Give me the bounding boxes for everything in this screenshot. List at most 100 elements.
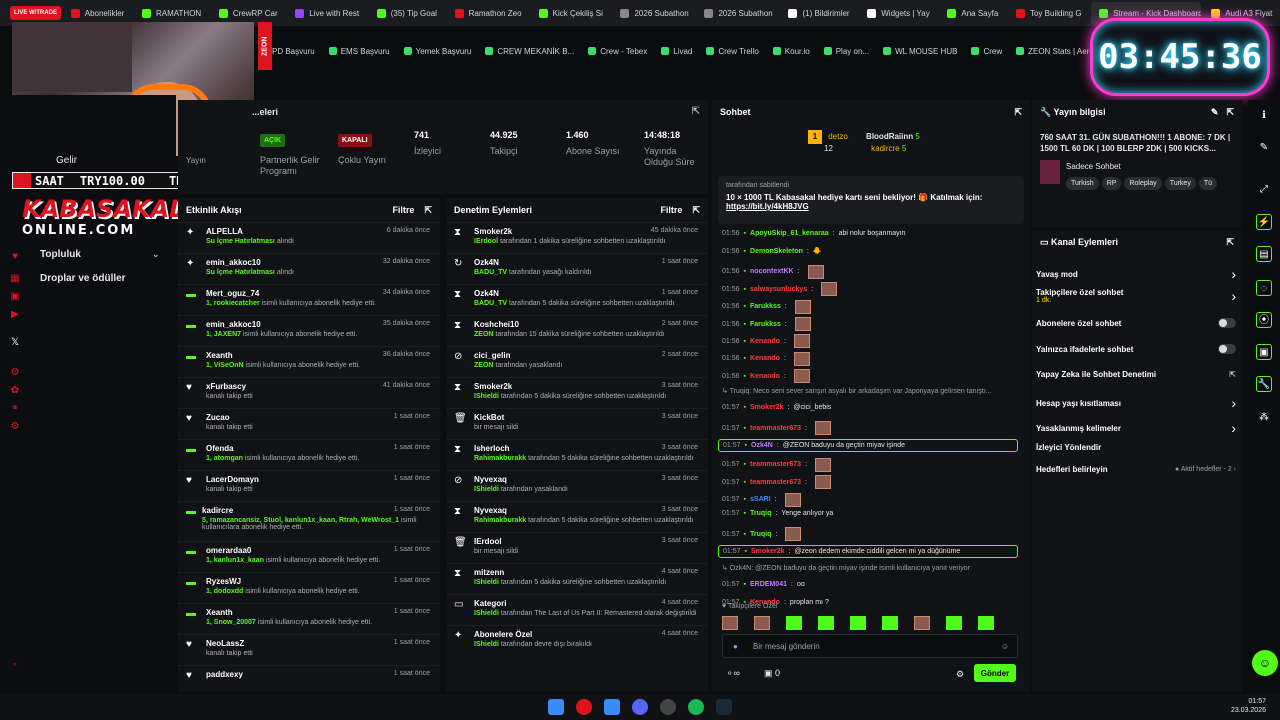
discord-icon[interactable]	[632, 699, 648, 715]
item-username[interactable]: emin_akkoc10	[206, 258, 294, 267]
points-display[interactable]: ▣ 0	[764, 668, 780, 679]
message-username[interactable]: Kenando	[750, 355, 780, 362]
popout-icon[interactable]: ⇱	[1014, 107, 1022, 118]
sidebar-item-topluluk[interactable]: Topluluk	[40, 249, 81, 260]
toggle-switch[interactable]	[1218, 318, 1236, 328]
message-username[interactable]: Truqiq	[750, 531, 771, 538]
chat-message[interactable]: 01:57 ▪ teammaster673:	[722, 475, 1018, 490]
link-icon[interactable]: ⚭	[9, 403, 21, 415]
channel-action-item[interactable]: Abonelere özel sohbet	[1036, 318, 1236, 328]
bookmark-item[interactable]: Play on...	[823, 47, 869, 56]
item-username[interactable]: Nyvexaq	[474, 475, 568, 484]
message-username[interactable]: sSARI	[750, 496, 771, 503]
chat-message[interactable]: ↳ Ozk4N: @ZEON baduyu da geçtin miyav iş…	[722, 564, 1018, 572]
activity-item[interactable]: ▬ Xeanth 1, ViSeOnN isimli kullanıcıya abo…	[178, 346, 440, 377]
chat-message[interactable]: 01:56 ▪ Kenando:	[722, 351, 1018, 366]
bookmark-item[interactable]: Kour.io	[772, 47, 810, 56]
moderation-item[interactable]: ↻ Ozk4N BADU_TV tarafından yasağı kaldırıl…	[446, 253, 708, 284]
chat-input[interactable]: ● Bir mesaj gönderin ☺	[722, 634, 1018, 658]
stream-tag[interactable]: Roleplay	[1124, 177, 1162, 190]
moderation-item[interactable]: ⧗ Smoker2k IErdool tarafından 1 dakika sür…	[446, 222, 708, 253]
activity-item[interactable]: ♥ xFurbascy kanalı takip etti 41 dakika ön…	[178, 377, 440, 408]
moderation-item[interactable]: ▭ Kategori IShieldi tarafından The Last of…	[446, 594, 708, 625]
browser-tab[interactable]: (35) Tip Goal	[369, 2, 445, 24]
document-icon[interactable]: ▤	[1256, 246, 1272, 262]
browser-tab[interactable]: CrewRP Car	[211, 2, 285, 24]
activity-item[interactable]: ▬ kadircre 5, ramazancansiz, Stuol, kanlun…	[178, 501, 440, 541]
moderation-item[interactable]: 🗑 IErdool bir mesajı sildi 3 saat önce	[446, 532, 708, 563]
settings-icon[interactable]: ⚙	[956, 669, 964, 680]
activity-item[interactable]: ▬ emin_akkoc10 1, JAXEN7 isimli kullanıcıy…	[178, 315, 440, 346]
chat-message[interactable]: 01:57 ▪ teammaster673:	[722, 421, 1018, 436]
chat-message[interactable]: 01:56 ▪ DemonSkeleton: 🐥	[722, 247, 1018, 256]
channel-action-item[interactable]: Yavaş mod ›	[1036, 266, 1236, 282]
emote-icon[interactable]	[754, 616, 770, 630]
activity-item[interactable]: ▬ RyzesWJ 1, dodoxdd isimli kullanıcıya ab…	[178, 572, 440, 603]
item-username[interactable]: Nyvexaq	[474, 506, 693, 515]
message-username[interactable]: Truqiq	[750, 510, 771, 517]
moderation-item[interactable]: ⧗ Isherloch Rahimakburakk tarafından 5 dak…	[446, 439, 708, 470]
category-name[interactable]: Sadece Sohbet	[1066, 162, 1121, 171]
stream-tag[interactable]: RP	[1101, 177, 1122, 190]
browser-tab[interactable]: Ana Sayfa	[939, 2, 1006, 24]
gift-icon[interactable]: ✿	[9, 385, 21, 397]
moderation-item[interactable]: 🗑 KickBot bir mesajı sildi 3 saat önce	[446, 408, 708, 439]
system-clock[interactable]: 01:57 23.03.2026	[1231, 697, 1266, 715]
browser-tab[interactable]: Ramathon Zeo	[447, 2, 529, 24]
item-username[interactable]: LacerDomayn	[206, 475, 259, 484]
stream-tag[interactable]: Tü	[1198, 177, 1217, 190]
stream-tag[interactable]: Turkish	[1066, 177, 1099, 190]
browser-tab[interactable]: LIVE W/TRADE	[10, 6, 61, 20]
browser-tab[interactable]: Kick Çekiliş Si	[531, 2, 611, 24]
emote-icon[interactable]	[882, 616, 898, 630]
send-button[interactable]: Gönder	[974, 664, 1016, 682]
item-username[interactable]: ALPELLA	[206, 227, 294, 236]
chat-message[interactable]: 01:57 ▪ Smoker2k: @cici_bebis	[722, 404, 1018, 411]
browser-tab[interactable]: Toy Building G	[1008, 2, 1089, 24]
browser-tab[interactable]: 2026 Subathon	[612, 2, 694, 24]
mic-icon[interactable]: ●	[733, 642, 738, 651]
emote-icon[interactable]	[978, 616, 994, 630]
channel-action-item[interactable]: Hesap yaşı kısıtlaması ›	[1036, 395, 1236, 411]
bookmark-item[interactable]: WL MOUSE HUB	[883, 47, 957, 56]
windows-start-icon[interactable]	[548, 699, 564, 715]
filter-button[interactable]: Filtre	[660, 205, 682, 216]
item-username[interactable]: Xeanth	[206, 351, 360, 360]
chat-message[interactable]: 01:57 ▪ ERDEM041: oo	[722, 581, 1018, 588]
chat-message[interactable]: 01:56 ▪ salwaysunluckys:	[722, 282, 1018, 297]
spotify-icon[interactable]	[688, 699, 704, 715]
message-username[interactable]: ERDEM041	[750, 581, 787, 588]
emote-icon[interactable]	[818, 616, 834, 630]
item-username[interactable]: Ofenda	[206, 444, 359, 453]
moderation-item[interactable]: ✦ Abonelere Özel IShieldi tarafından devre…	[446, 625, 708, 656]
browser-tab[interactable]: Widgets | Yay	[859, 2, 937, 24]
chat-message[interactable]: 01:57 ▪ Truqiq: Yenge anlıyor ya	[722, 510, 1018, 517]
message-username[interactable]: Farukkss	[750, 321, 781, 328]
activity-item[interactable]: ♥ Zucao kanalı takip etti 1 saat önce	[178, 408, 440, 439]
item-username[interactable]: KickBot	[474, 413, 518, 422]
browser-tab[interactable]: Abonelikler	[63, 2, 132, 24]
message-icon[interactable]: ▣	[9, 291, 21, 303]
message-username[interactable]: nocontextKK	[750, 268, 794, 275]
activity-item[interactable]: ▬ Mert_oguz_74 1, rookiecatcher isimli kul…	[178, 284, 440, 315]
pinned-link[interactable]: https://bit.ly/4kH8JVG	[726, 202, 1016, 211]
chat-message[interactable]: ↳ Truqiq: Neco seni sever sarışın asyalı…	[722, 387, 1018, 395]
bookmark-item[interactable]: Crew Trello	[706, 47, 759, 56]
gear-icon[interactable]: ⚙	[9, 421, 21, 433]
channel-action-item[interactable]: Takipçilere özel sohbet 1 dk. ›	[1036, 288, 1236, 304]
opera-icon[interactable]	[576, 699, 592, 715]
message-username[interactable]: Farukkss	[750, 303, 781, 310]
toggle-switch[interactable]	[1218, 344, 1236, 354]
chat-message[interactable]: 01:57 ▪ sSARI:	[722, 492, 1018, 507]
chat-message[interactable]: 01:57 ▪ Ozk4N: @ZEON baduyu da geçtin miyav…	[718, 438, 1018, 452]
item-username[interactable]: emin_akkoc10	[206, 320, 357, 329]
browser-tab[interactable]: (1) Bildirimler	[780, 2, 857, 24]
emoji-icon[interactable]: ☺	[1001, 642, 1009, 651]
top-user3[interactable]: kadircre	[871, 144, 899, 153]
bookmark-item[interactable]: Crew - Tebex	[588, 47, 647, 56]
item-username[interactable]: xFurbascy	[206, 382, 253, 391]
popout-icon[interactable]: ⇱	[692, 106, 700, 117]
settings-icon[interactable]: ⚙	[9, 367, 21, 379]
chat-message[interactable]: 01:56 ▪ ApoyuSkip_61_kenaraa: abi nolur boş…	[722, 230, 1018, 237]
moderation-item[interactable]: ⧗ Koshchei10 ZEON tarafından 15 dakika sür…	[446, 315, 708, 346]
